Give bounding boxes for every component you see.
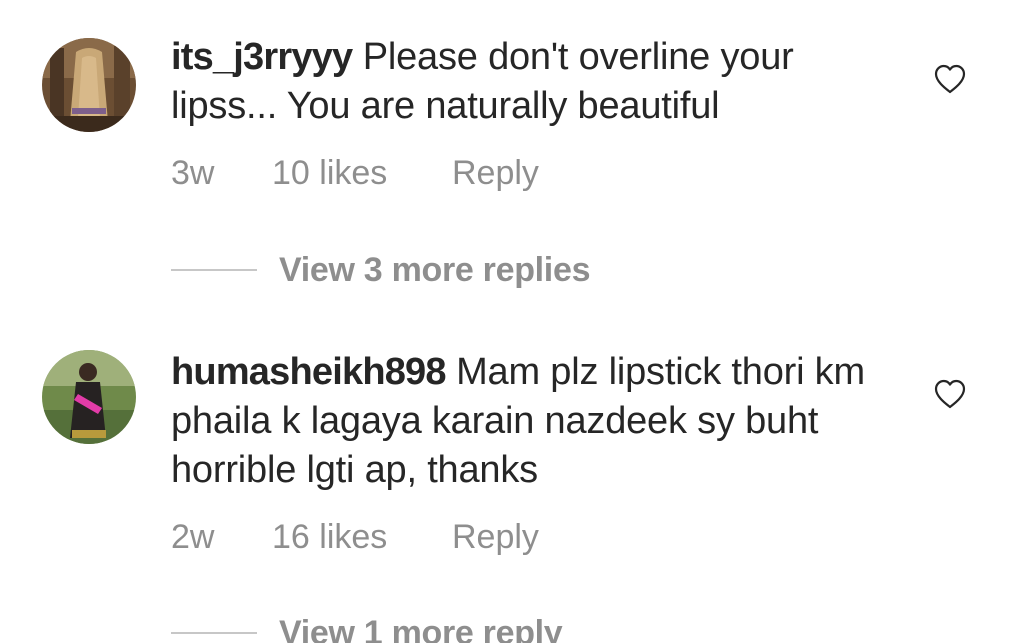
comment-meta: 2w 16 likes Reply xyxy=(171,517,539,557)
comment-username[interactable]: humasheikh898 xyxy=(171,351,447,393)
avatar[interactable] xyxy=(42,350,136,444)
reply-button[interactable]: Reply xyxy=(452,517,539,557)
comment-likes[interactable]: 16 likes xyxy=(272,517,452,557)
avatar[interactable] xyxy=(42,38,136,132)
comment-likes[interactable]: 10 likes xyxy=(272,153,452,193)
comment-timestamp: 3w xyxy=(171,154,215,192)
view-replies-button[interactable]: View 1 more reply xyxy=(171,613,563,643)
comment-username[interactable]: its_j3rryyy xyxy=(171,36,353,78)
comment-text: humasheikh898 Mam plz lipstick thori km … xyxy=(171,348,901,495)
replies-divider xyxy=(171,632,257,634)
view-replies-button[interactable]: View 3 more replies xyxy=(171,250,590,290)
comment-meta: 3w 10 likes Reply xyxy=(171,153,539,193)
avatar-photo-icon xyxy=(42,38,136,132)
comment-timestamp: 2w xyxy=(171,518,215,556)
replies-divider xyxy=(171,269,257,271)
comment-text: its_j3rryyy Please don't overline your l… xyxy=(171,33,901,131)
avatar-photo-icon xyxy=(42,350,136,444)
heart-icon[interactable] xyxy=(934,379,966,409)
heart-icon[interactable] xyxy=(934,64,966,94)
view-replies-label: View 3 more replies xyxy=(279,251,591,289)
reply-button[interactable]: Reply xyxy=(452,153,539,193)
view-replies-label: View 1 more reply xyxy=(279,614,563,643)
